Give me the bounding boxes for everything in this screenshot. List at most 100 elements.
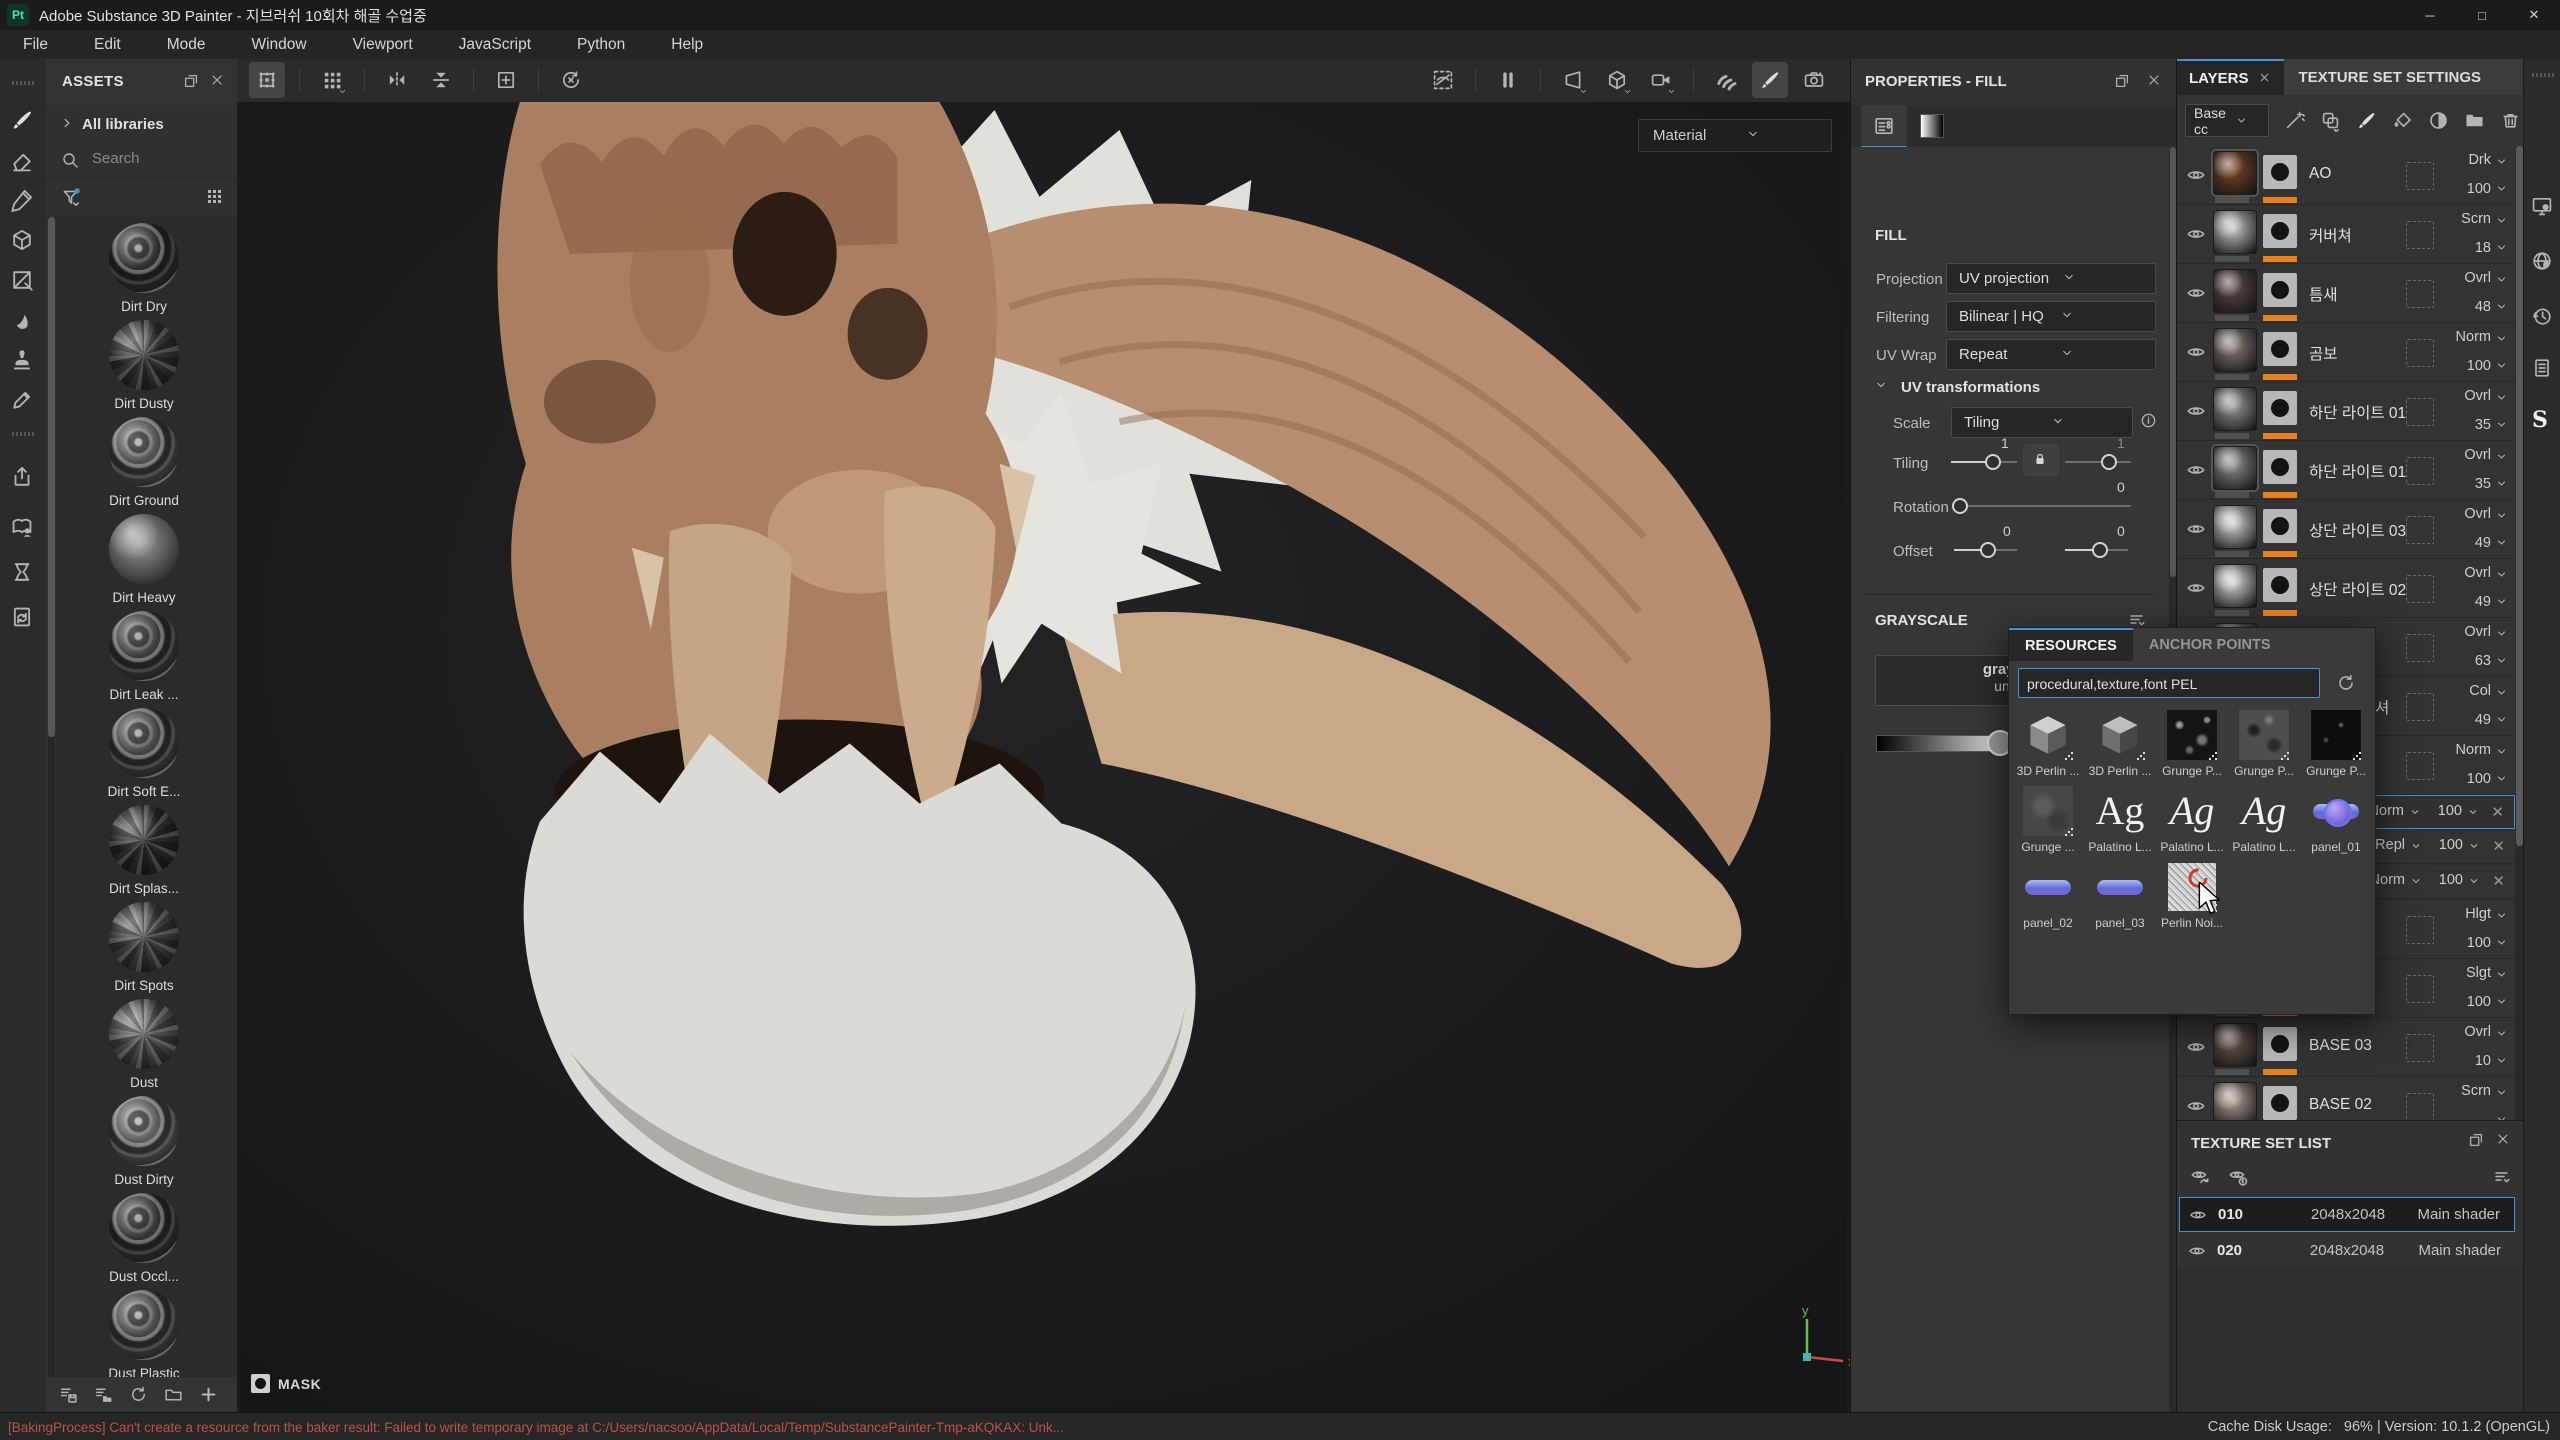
blend-mode-value[interactable]: Norm	[2456, 329, 2491, 345]
float-panel-icon[interactable]	[2113, 72, 2133, 92]
blend-mode-value[interactable]: Scrn	[2461, 211, 2491, 227]
layer-mask-thumbnail[interactable]	[2263, 391, 2297, 425]
add-anchor-dropzone[interactable]	[2406, 457, 2434, 485]
texture-set-visibility-eye[interactable]	[2187, 1241, 2207, 1261]
resource-item[interactable]: Perlin Noi...	[2159, 859, 2225, 935]
opacity-value[interactable]: 100	[2438, 803, 2462, 819]
opacity-value[interactable]: 100	[2439, 837, 2463, 853]
material-picker-tool[interactable]	[9, 387, 37, 415]
library-filter[interactable]: All libraries	[46, 105, 237, 145]
add-anchor-dropzone[interactable]	[2406, 752, 2434, 780]
layer-mask-thumbnail[interactable]	[2263, 1027, 2297, 1061]
export-resources[interactable]	[9, 464, 37, 492]
refresh[interactable]	[128, 1384, 149, 1405]
layer-material-thumbnail[interactable]	[2213, 210, 2257, 254]
resource-item[interactable]: Grunge P...	[2303, 707, 2369, 783]
layer-material-thumbnail[interactable]	[2213, 564, 2257, 608]
layer-material-thumbnail[interactable]	[2213, 1082, 2257, 1120]
add-anchor-dropzone[interactable]	[2406, 693, 2434, 721]
opacity-value[interactable]: 49	[2475, 535, 2491, 551]
resources-search-input[interactable]	[2019, 669, 2311, 699]
remove-effect-icon[interactable]: ✕	[2491, 803, 2504, 821]
assets-scrollbar[interactable]	[48, 217, 55, 1377]
remove-effect-icon[interactable]: ✕	[2492, 837, 2505, 855]
minimize-button[interactable]: ─	[2404, 0, 2456, 30]
menu-item-window[interactable]: Window	[228, 36, 329, 54]
close-tab-icon[interactable]	[2258, 71, 2272, 85]
asset-item[interactable]: Dust Occl...	[64, 1193, 224, 1284]
symmetry-y[interactable]	[423, 62, 459, 98]
smudge-tool[interactable]	[9, 307, 37, 335]
layer-material-thumbnail[interactable]	[2213, 328, 2257, 372]
layer-mask-thumbnail[interactable]	[2263, 509, 2297, 543]
layer-mask-thumbnail[interactable]	[2263, 568, 2297, 602]
asset-item[interactable]: Dirt Heavy	[64, 514, 224, 605]
opacity-value[interactable]: 100	[2467, 358, 2491, 374]
blend-mode-value[interactable]: Repl	[2375, 837, 2405, 853]
opacity-value[interactable]: 35	[2475, 417, 2491, 433]
layer-visibility-eye[interactable]	[2185, 459, 2207, 481]
paint-tool[interactable]	[9, 107, 37, 135]
layer-material-thumbnail[interactable]	[2213, 505, 2257, 549]
layer-material-thumbnail[interactable]	[2213, 387, 2257, 431]
resource-item[interactable]: 3D Perlin ...	[2087, 707, 2153, 783]
blend-mode-value[interactable]: Slgt	[2466, 965, 2491, 981]
resource-item[interactable]: Grunge ...	[2015, 783, 2081, 859]
asset-item[interactable]: Dust Plastic	[64, 1290, 224, 1377]
texture-set-row[interactable]: 0202048x2048Main shader	[2179, 1233, 2515, 1268]
clone-tool[interactable]	[9, 347, 37, 375]
paint-layer-button[interactable]	[2355, 109, 2378, 132]
layer-row[interactable]: 곰보Norm100	[2177, 323, 2515, 382]
menu-item-edit[interactable]: Edit	[71, 36, 144, 54]
blend-mode-value[interactable]: Ovrl	[2464, 565, 2491, 581]
solo-view-button[interactable]	[2227, 1166, 2249, 1188]
float-panel-icon[interactable]	[182, 72, 202, 92]
layer-row[interactable]: BASE 03Ovrl10	[2177, 1018, 2515, 1077]
resource-item[interactable]: panel_01	[2303, 783, 2369, 859]
reset-rotation[interactable]	[553, 62, 589, 98]
opacity-value[interactable]: 35	[2475, 476, 2491, 492]
layer-row[interactable]: 상단 라이트 03Ovrl49	[2177, 500, 2515, 559]
log[interactable]	[2530, 356, 2555, 381]
layer-row[interactable]: 커버쳐Scrn18	[2177, 205, 2515, 264]
tab-layers[interactable]: LAYERS	[2177, 59, 2284, 95]
add-anchor-dropzone[interactable]	[2406, 280, 2434, 308]
layer-visibility-eye[interactable]	[2185, 1095, 2207, 1117]
filtering-dropdown[interactable]: Bilinear | HQ	[1946, 301, 2156, 332]
add-anchor-dropzone[interactable]	[2406, 1034, 2434, 1062]
layer-material-thumbnail[interactable]	[2213, 446, 2257, 490]
texture-set-row[interactable]: 0102048x2048Main shader	[2179, 1197, 2515, 1232]
close-panel-icon[interactable]	[2146, 72, 2166, 92]
tab-resources[interactable]: RESOURCES	[2009, 628, 2133, 661]
panel-drag-handle[interactable]	[12, 81, 34, 85]
float-panel-icon[interactable]	[2467, 1131, 2487, 1151]
instantiate-button[interactable]	[2319, 109, 2342, 132]
blend-mode-value[interactable]: Col	[2469, 683, 2491, 699]
projection-frustum[interactable]	[1555, 62, 1591, 98]
menu-item-python[interactable]: Python	[554, 36, 648, 54]
layer-material-thumbnail[interactable]	[2213, 269, 2257, 313]
resource-item[interactable]: Grunge P...	[2231, 707, 2297, 783]
layer-filter-dropdown[interactable]: Base cc	[2185, 104, 2269, 137]
new-folder[interactable]	[163, 1384, 184, 1405]
assets-search-input[interactable]	[90, 149, 224, 168]
resources-sync[interactable]	[9, 604, 37, 632]
uv-transformations-header[interactable]: UV transformations	[1873, 377, 2040, 397]
eraser-tool[interactable]	[9, 147, 37, 175]
asset-item[interactable]: Dust	[64, 999, 224, 1090]
geometry-tool[interactable]	[9, 227, 37, 255]
close-panel-icon[interactable]	[209, 72, 229, 92]
opacity-value[interactable]: 63	[2475, 653, 2491, 669]
tab-texture-set-settings[interactable]: TEXTURE SET SETTINGS	[2284, 59, 2495, 95]
texture-set-visibility-eye[interactable]	[2188, 1205, 2208, 1225]
resource-item[interactable]: panel_02	[2015, 859, 2081, 935]
layer-mask-thumbnail[interactable]	[2263, 155, 2297, 189]
menu-item-javascript[interactable]: JavaScript	[436, 36, 554, 54]
substance-share-icon[interactable]: S	[2532, 407, 2548, 433]
scale-dropdown[interactable]: Tiling	[1951, 407, 2133, 438]
add-anchor-dropzone[interactable]	[2406, 162, 2434, 190]
fill-layer-button[interactable]	[2391, 109, 2414, 132]
opacity-value[interactable]: 10	[2475, 1053, 2491, 1069]
blend-mode-value[interactable]: Scrn	[2461, 1083, 2491, 1099]
resource-item[interactable]: panel_03	[2087, 859, 2153, 935]
